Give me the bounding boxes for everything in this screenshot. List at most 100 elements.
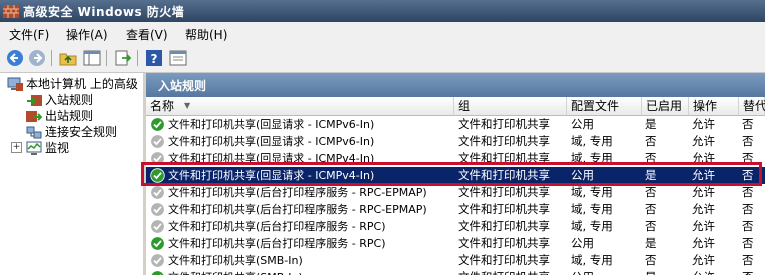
- rule-enabled: 否: [645, 202, 657, 216]
- sort-arrow-icon: ▼: [184, 101, 191, 110]
- table-row[interactable]: 文件和打印机共享(后台打印程序服务 - RPC-EPMAP) 文件和打印机共享 域,…: [146, 201, 765, 218]
- svg-text:?: ?: [151, 52, 158, 66]
- column-header-group[interactable]: 组: [454, 97, 567, 115]
- rule-action: 允许: [692, 185, 715, 199]
- rule-group: 文件和打印机共享: [458, 219, 550, 233]
- monitoring-icon: [26, 141, 42, 155]
- rules-pane: 入站规则 名称 ▼ 组 配置文件 已启用 操作 替代 文件和打印机共享(回显请求…: [146, 73, 765, 275]
- column-header-name[interactable]: 名称 ▼: [146, 97, 454, 115]
- tree-expander[interactable]: +: [11, 142, 22, 153]
- rule-profile: 域, 专用: [571, 151, 613, 165]
- rule-group: 文件和打印机共享: [458, 185, 550, 199]
- column-header-profile[interactable]: 配置文件: [567, 97, 642, 115]
- rule-override: 否: [742, 253, 754, 267]
- toolbar-separator: [51, 50, 52, 66]
- toolbar-separator: [106, 50, 107, 66]
- rule-group: 文件和打印机共享: [458, 168, 550, 182]
- table-row[interactable]: 文件和打印机共享(回显请求 - ICMPv4-In) 文件和打印机共享 公用 是 允许 否: [146, 167, 765, 184]
- rule-enabled: 否: [645, 134, 657, 148]
- forward-arrow-icon[interactable]: [27, 48, 47, 68]
- rule-profile: 域, 专用: [571, 219, 613, 233]
- rule-override: 否: [742, 185, 754, 199]
- rule-action: 允许: [692, 236, 715, 250]
- column-header-override[interactable]: 替代: [739, 97, 765, 115]
- rule-group: 文件和打印机共享: [458, 202, 550, 216]
- window-title: 高级安全 Windows 防火墙: [23, 5, 185, 19]
- rule-override: 否: [742, 151, 754, 165]
- rule-action: 允许: [692, 253, 715, 267]
- help-icon[interactable]: ?: [144, 48, 164, 68]
- toolbar-separator: [137, 50, 138, 66]
- rule-group: 文件和打印机共享: [458, 253, 550, 267]
- rule-name: 文件和打印机共享(回显请求 - ICMPv4-In): [168, 169, 375, 182]
- rule-name: 文件和打印机共享(后台打印程序服务 - RPC-EPMAP): [168, 203, 427, 216]
- rule-enabled: 是: [645, 236, 657, 250]
- rule-name: 文件和打印机共享(后台打印程序服务 - RPC): [168, 237, 386, 250]
- menu-help[interactable]: 帮助(H): [185, 26, 227, 43]
- rule-name: 文件和打印机共享(后台打印程序服务 - RPC): [168, 220, 386, 233]
- rule-action: 允许: [692, 168, 715, 182]
- table-row[interactable]: 文件和打印机共享(SMB-In) 文件和打印机共享公用是允许否: [146, 269, 765, 275]
- show-hide-tree-icon[interactable]: [82, 48, 102, 68]
- column-header-action[interactable]: 操作: [689, 97, 739, 115]
- rule-override: 否: [742, 236, 754, 250]
- rule-enabled: 是: [645, 117, 657, 131]
- enabled-check-icon: [150, 117, 165, 132]
- rule-profile: 域, 专用: [571, 134, 613, 148]
- outbound-rules-icon: [26, 111, 42, 122]
- rule-profile: 公用: [571, 117, 594, 131]
- export-list-icon[interactable]: [113, 48, 133, 68]
- computer-firewall-icon: [7, 77, 23, 91]
- back-arrow-icon[interactable]: [5, 48, 25, 68]
- disabled-check-icon: [150, 151, 165, 166]
- rule-profile: 公用: [571, 168, 594, 182]
- menu-view[interactable]: 查看(V): [126, 26, 168, 43]
- enabled-check-icon: [150, 236, 165, 251]
- rule-override: 否: [742, 117, 754, 131]
- title-bar: 高级安全 Windows 防火墙: [0, 0, 765, 22]
- rule-action: 允许: [692, 117, 715, 131]
- table-row[interactable]: 文件和打印机共享(回显请求 - ICMPv4-In) 文件和打印机共享 域, 专用 否…: [146, 150, 765, 167]
- rule-profile: 公用: [571, 236, 594, 250]
- navigation-tree: 本地计算机 上的高级 入站规则 出站规则 连接安全规则 + 监视: [0, 73, 146, 275]
- rule-profile: 域, 专用: [571, 185, 613, 199]
- rule-group: 文件和打印机共享: [458, 269, 566, 275]
- rule-override: 否: [742, 202, 754, 216]
- rule-name: 文件和打印机共享(SMB-In): [168, 269, 453, 275]
- rule-group: 文件和打印机共享: [458, 151, 550, 165]
- firewall-icon: [3, 5, 19, 18]
- rule-action: 允许: [692, 219, 715, 233]
- rule-override: 否: [742, 269, 765, 275]
- rule-enabled: 是: [645, 269, 689, 275]
- rule-name: 文件和打印机共享(回显请求 - ICMPv6-In): [168, 118, 375, 131]
- table-row[interactable]: 文件和打印机共享(SMB-In) 文件和打印机共享 域, 专用 否 允许 否: [146, 252, 765, 269]
- table-row[interactable]: 文件和打印机共享(后台打印程序服务 - RPC) 文件和打印机共享 域, 专用 否 允许…: [146, 218, 765, 235]
- properties-icon[interactable]: [168, 48, 188, 68]
- pane-header: 入站规则: [146, 73, 765, 97]
- table-row[interactable]: 文件和打印机共享(回显请求 - ICMPv6-In) 文件和打印机共享 公用 是 允许 否: [146, 116, 765, 133]
- rule-name: 文件和打印机共享(回显请求 - ICMPv6-In): [168, 135, 375, 148]
- pane-title: 入站规则: [158, 79, 207, 93]
- rule-group: 文件和打印机共享: [458, 236, 550, 250]
- rule-override: 否: [742, 168, 754, 182]
- disabled-check-icon: [150, 134, 165, 149]
- rule-group: 文件和打印机共享: [458, 117, 550, 131]
- menu-file[interactable]: 文件(F): [9, 26, 49, 43]
- rule-profile: 公用: [571, 269, 643, 275]
- rule-profile: 域, 专用: [571, 253, 613, 267]
- rule-enabled: 否: [645, 185, 657, 199]
- toolbar: ?: [0, 44, 765, 73]
- menu-bar: 文件(F) 操作(A) 查看(V) 帮助(H): [0, 22, 765, 44]
- rule-profile: 域, 专用: [571, 202, 613, 216]
- column-header-enabled[interactable]: 已启用: [642, 97, 689, 115]
- menu-action[interactable]: 操作(A): [66, 26, 108, 43]
- table-row[interactable]: 文件和打印机共享(后台打印程序服务 - RPC) 文件和打印机共享 公用 是 允许 否: [146, 235, 765, 252]
- table-row[interactable]: 文件和打印机共享(回显请求 - ICMPv6-In) 文件和打印机共享 域, 专用 否…: [146, 133, 765, 150]
- rule-name: 文件和打印机共享(SMB-In): [168, 254, 303, 267]
- table-row[interactable]: 文件和打印机共享(后台打印程序服务 - RPC-EPMAP) 文件和打印机共享 域,…: [146, 184, 765, 201]
- rule-action: 允许: [692, 134, 715, 148]
- rule-enabled: 否: [645, 219, 657, 233]
- up-folder-icon[interactable]: [58, 48, 78, 68]
- column-headers: 名称 ▼ 组 配置文件 已启用 操作 替代: [146, 97, 765, 116]
- rule-enabled: 否: [645, 253, 657, 267]
